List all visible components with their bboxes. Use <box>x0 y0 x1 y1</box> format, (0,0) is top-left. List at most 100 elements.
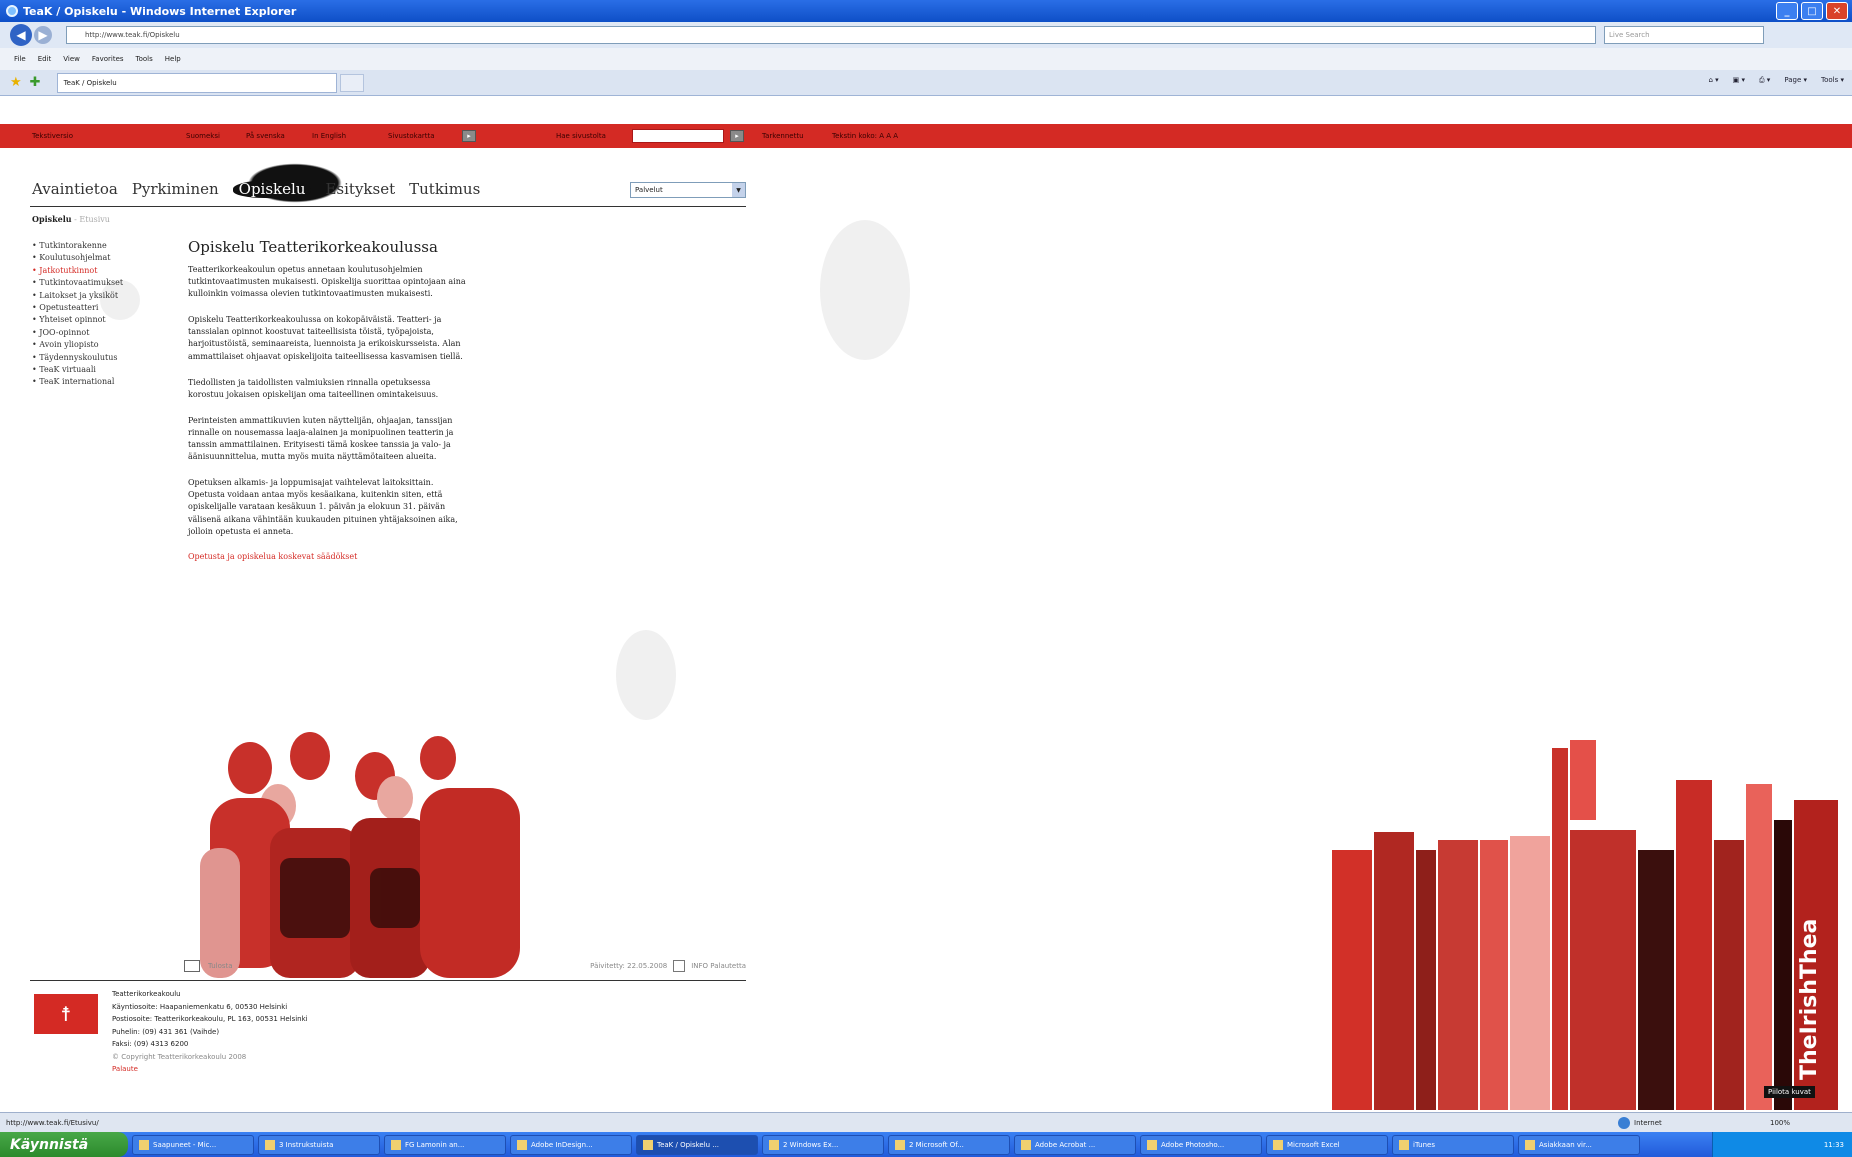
taskbar-button[interactable]: 3 Instrukstuista <box>258 1134 380 1155</box>
new-tab-button[interactable] <box>339 73 364 92</box>
window-titlebar: TeaK / Opiskelu - Windows Internet Explo… <box>0 0 1852 22</box>
minimize-button[interactable]: _ <box>1776 2 1798 20</box>
sidebar-item[interactable]: • TeaK virtuaali <box>32 364 123 376</box>
menu-item-tools[interactable]: Tools <box>136 55 153 63</box>
sidebar-item[interactable]: • Yhteiset opinnot <box>32 314 123 326</box>
article: Opiskelu Teatterikorkeakoulussa Teatteri… <box>188 238 466 561</box>
site-search-input[interactable] <box>632 129 724 143</box>
sidebar-item[interactable]: • Täydennyskoulutus <box>32 352 123 364</box>
taskbar-button-label: FG Lamonin an... <box>405 1140 465 1149</box>
sidebar-item-label: TeaK virtuaali <box>39 365 96 375</box>
font-size-control[interactable]: Tekstin koko: A A A <box>832 132 898 140</box>
clock: 11:33 <box>1823 1140 1844 1149</box>
menu-item-file[interactable]: File <box>14 55 26 63</box>
taskbar-button[interactable]: Microsoft Excel <box>1266 1134 1388 1155</box>
sidebar-item-label: Jatkotutkinnot <box>39 265 98 275</box>
add-favorite-icon[interactable]: ✚ <box>30 75 41 90</box>
menu-item-edit[interactable]: Edit <box>38 55 52 63</box>
sidebar-item[interactable]: • Koulutusohjelmat <box>32 252 123 264</box>
home-icon[interactable]: ⌂ ▾ <box>1708 76 1718 85</box>
tab-teak-opiskelu[interactable]: TeaK / Opiskelu <box>56 72 337 93</box>
feeds-icon[interactable]: ▣ ▾ <box>1733 76 1745 85</box>
sitemap-go-icon[interactable]: ▸ <box>462 130 476 142</box>
article-paragraph: Perinteisten ammattikuvien kuten näyttel… <box>188 415 454 462</box>
maximize-button[interactable]: □ <box>1801 2 1823 20</box>
feedback-link[interactable]: INFO Palautetta <box>691 962 746 970</box>
sidebar-item[interactable]: • Avoin yliopisto <box>32 339 123 351</box>
sidebar-item-label: Opetusteatteri <box>39 303 99 313</box>
taskbar-button[interactable]: TeaK / Opiskelu ... <box>636 1134 758 1155</box>
text-version-link[interactable]: Tekstiversio <box>32 132 73 140</box>
regulations-link[interactable]: Opetusta ja opiskelua koskevat säädökset <box>188 552 357 561</box>
breadcrumb: Opiskelu - Etusivu <box>32 214 110 224</box>
taskbar-button[interactable]: Asiakkaan vir... <box>1518 1134 1640 1155</box>
tools-menu[interactable]: Tools ▾ <box>1821 76 1844 85</box>
nav-tab-esitykset[interactable]: Esitykset <box>325 180 395 198</box>
taskbar-button[interactable]: 2 Microsoft Of... <box>888 1134 1010 1155</box>
menu-item-help[interactable]: Help <box>165 55 181 63</box>
lang-en-link[interactable]: In English <box>312 132 346 140</box>
sidebar-item[interactable]: • Laitokset ja yksiköt <box>32 290 123 302</box>
sidebar-item[interactable]: • Opetusteatteri <box>32 302 123 314</box>
window-title: TeaK / Opiskelu - Windows Internet Explo… <box>23 4 297 18</box>
favorites-star-icon[interactable]: ★ <box>10 75 22 90</box>
zoom-level[interactable]: 100% <box>1770 1119 1790 1127</box>
sidebar-item[interactable]: • TeaK international <box>32 376 123 388</box>
print-icon[interactable]: ⎙ ▾ <box>1759 76 1770 85</box>
sitemap-link[interactable]: Sivustokartta <box>388 132 435 140</box>
back-button[interactable]: ◀ <box>10 24 32 46</box>
taskbar-button[interactable]: Adobe Photosho... <box>1140 1134 1262 1155</box>
sidebar-item[interactable]: • Tutkintorakenne <box>32 240 123 252</box>
nav-tab-pyrkiminen[interactable]: Pyrkiminen <box>132 180 219 198</box>
site-search-go-icon[interactable]: ▸ <box>730 130 744 142</box>
menu-item-favorites[interactable]: Favorites <box>92 55 124 63</box>
taskbar-button[interactable]: iTunes <box>1392 1134 1514 1155</box>
menu-item-view[interactable]: View <box>63 55 80 63</box>
search-input[interactable]: Live Search <box>1604 26 1764 44</box>
teak-logo: ☨ <box>34 994 98 1034</box>
breadcrumb-next[interactable]: Etusivu <box>79 215 110 224</box>
info-icon[interactable] <box>673 960 686 972</box>
taskbar-button[interactable]: 2 Windows Ex... <box>762 1134 884 1155</box>
footer: Teatterikorkeakoulu Käyntiosoite: Haapan… <box>112 988 308 1076</box>
taskbar-button-label: iTunes <box>1413 1140 1435 1149</box>
lang-sv-link[interactable]: På svenska <box>246 132 285 140</box>
page-tools-row: Tulosta Päivitetty: 22.05.2008 INFO Pala… <box>184 960 746 972</box>
sidebar-item[interactable]: • Tutkintovaatimukset <box>32 277 123 289</box>
close-button[interactable]: ✕ <box>1826 2 1848 20</box>
status-url: http://www.teak.fi/Etusivu/ <box>6 1118 99 1127</box>
forward-button[interactable]: ▶ <box>34 26 52 44</box>
chevron-down-icon: ▼ <box>732 183 745 197</box>
taskbar-button[interactable]: Adobe Acrobat ... <box>1014 1134 1136 1155</box>
advanced-search-link[interactable]: Tarkennettu <box>762 132 804 140</box>
taskbar-button[interactable]: FG Lamonin an... <box>384 1134 506 1155</box>
nav-tab-avaintietoa[interactable]: Avaintietoa <box>32 180 118 198</box>
print-link[interactable]: Tulosta <box>208 962 233 970</box>
print-icon[interactable] <box>184 960 200 972</box>
services-select[interactable]: Palvelut ▼ <box>630 182 746 198</box>
address-input[interactable]: http://www.teak.fi/Opiskelu <box>66 26 1596 44</box>
sidebar-item[interactable]: • Jatkotutkinnot <box>32 265 123 277</box>
taskbar-button[interactable]: Adobe InDesign... <box>510 1134 632 1155</box>
taskbar: Käynnistä Saapuneet - Mic... 3 Instrukstu… <box>0 1132 1852 1157</box>
sidebar-item-label: TeaK international <box>39 377 115 387</box>
lang-fi-link[interactable]: Suomeksi <box>186 132 220 140</box>
footer-feedback-link[interactable]: Palaute <box>112 1063 308 1076</box>
taskbar-button-label: TeaK / Opiskelu ... <box>657 1140 720 1149</box>
sidebar-item[interactable]: • JOO-opinnot <box>32 327 123 339</box>
nav-tab-tutkimus[interactable]: Tutkimus <box>409 180 480 198</box>
page-menu[interactable]: Page ▾ <box>1784 76 1807 85</box>
sidebar-item-label: Avoin yliopisto <box>39 340 99 350</box>
footer-line: Käyntiosoite: Haapaniemenkatu 6, 00530 H… <box>112 1002 288 1011</box>
start-label: Käynnistä <box>10 1136 89 1153</box>
globe-icon <box>1618 1116 1630 1129</box>
zone-label: Internet <box>1634 1118 1662 1127</box>
app-icon <box>139 1139 149 1150</box>
app-icon <box>769 1139 779 1150</box>
taskbar-button-label: Adobe Acrobat ... <box>1035 1140 1096 1149</box>
nav-tab-opiskelu[interactable]: Opiskelu <box>232 180 312 198</box>
sidebar-item-label: Koulutusohjelmat <box>39 253 111 263</box>
start-button[interactable]: Käynnistä <box>0 1132 128 1157</box>
app-icon <box>643 1139 653 1150</box>
taskbar-button[interactable]: Saapuneet - Mic... <box>132 1134 254 1155</box>
